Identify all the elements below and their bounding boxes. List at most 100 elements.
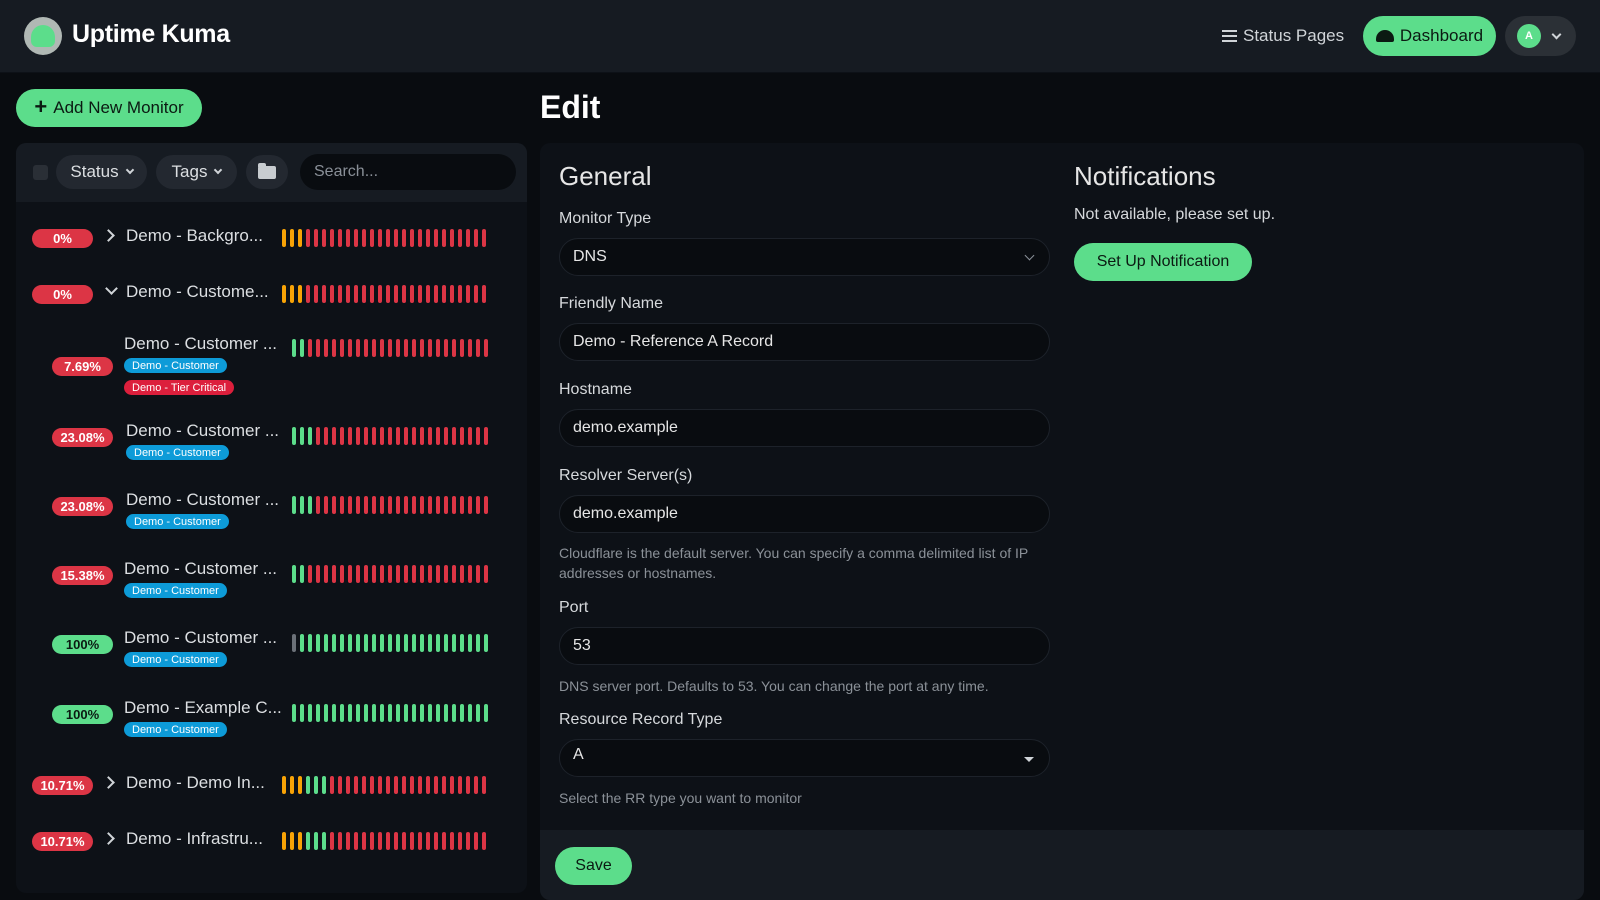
monitor-name: Demo - Example C... xyxy=(124,698,282,717)
heartbeat-beat xyxy=(476,496,480,514)
heartbeat-beat xyxy=(452,427,456,445)
save-button[interactable]: Save xyxy=(555,847,632,885)
heartbeat-beat xyxy=(282,776,286,794)
heartbeat-beat xyxy=(372,339,376,357)
tags-filter-button[interactable]: Tags xyxy=(156,155,237,189)
monitor-name: Demo - Infrastru... xyxy=(126,829,263,848)
heartbeat-beat xyxy=(402,229,406,247)
heartbeat-beat xyxy=(340,634,344,652)
monitor-row[interactable]: 10.71% Demo - Infrastru... xyxy=(16,807,527,863)
heartbeat-beat xyxy=(436,565,440,583)
monitor-row[interactable]: 0% Demo - Backgro... xyxy=(16,202,527,258)
avatar: A xyxy=(1517,24,1541,48)
monitor-row[interactable]: 7.69% Demo - Customer ... Demo - Customer D… xyxy=(16,314,527,405)
heartbeat-beat xyxy=(290,776,294,794)
heartbeat-beat xyxy=(308,634,312,652)
profile-dropdown[interactable]: A xyxy=(1505,16,1576,56)
chevron-right-icon[interactable] xyxy=(102,229,115,242)
folder-filter-button[interactable] xyxy=(246,155,288,189)
heartbeat-beat xyxy=(442,776,446,794)
hostname-input[interactable]: demo.example xyxy=(559,409,1050,447)
monitor-list: Status Tags 0% Demo - Backgro... 0% Demo - … xyxy=(16,143,527,893)
heartbeat-beat xyxy=(442,285,446,303)
heartbeat-beat xyxy=(380,704,384,722)
monitor-name: Demo - Customer ... xyxy=(126,421,280,440)
app-logo-icon[interactable] xyxy=(24,17,62,55)
heartbeat-bar xyxy=(292,704,488,722)
monitor-row[interactable]: 10.71% Demo - Demo In... xyxy=(16,751,527,807)
heartbeat-beat xyxy=(370,229,374,247)
heartbeat-beat xyxy=(476,565,480,583)
add-new-monitor-button[interactable]: + Add New Monitor xyxy=(16,89,202,127)
top-navbar: Uptime Kuma Status Pages Dashboard A xyxy=(0,0,1600,73)
uptime-badge: 100% xyxy=(52,635,113,654)
heartbeat-beat xyxy=(388,339,392,357)
heartbeat-beat xyxy=(402,776,406,794)
status-filter-button[interactable]: Status xyxy=(56,155,147,189)
monitor-row[interactable]: 15.38% Demo - Customer ... Demo - Customer xyxy=(16,543,527,612)
heartbeat-beat xyxy=(346,776,350,794)
heartbeat-beat xyxy=(460,427,464,445)
heartbeat-beat xyxy=(394,832,398,850)
uptime-badge: 15.38% xyxy=(52,566,113,585)
dashboard-button[interactable]: Dashboard xyxy=(1363,16,1496,56)
monitor-name: Demo - Demo In... xyxy=(126,773,265,792)
heartbeat-beat xyxy=(282,832,286,850)
monitor-row[interactable]: 0% Demo - Custome... xyxy=(16,258,527,314)
heartbeat-beat xyxy=(458,285,462,303)
friendly-name-input[interactable]: Demo - Reference A Record xyxy=(559,323,1050,361)
monitor-row[interactable]: 100% Demo - Customer ... Demo - Customer xyxy=(16,612,527,681)
add-new-monitor-label: Add New Monitor xyxy=(53,98,184,117)
monitor-row[interactable]: 23.08% Demo - Customer ... Demo - Customer xyxy=(16,405,527,474)
friendly-name-label: Friendly Name xyxy=(559,295,664,312)
chevron-right-icon[interactable] xyxy=(102,832,115,845)
select-all-checkbox[interactable] xyxy=(33,165,48,180)
uptime-badge: 100% xyxy=(52,705,113,724)
heartbeat-beat xyxy=(372,634,376,652)
heartbeat-beat xyxy=(330,229,334,247)
heartbeat-beat xyxy=(418,776,422,794)
monitor-tag: Demo - Customer xyxy=(124,722,227,737)
heartbeat-beat xyxy=(324,704,328,722)
chevron-down-icon[interactable] xyxy=(105,282,118,295)
heartbeat-beat xyxy=(378,832,382,850)
monitor-row[interactable]: 23.08% Demo - Customer ... Demo - Customer xyxy=(16,474,527,543)
heartbeat-beat xyxy=(380,496,384,514)
rr-type-select[interactable]: A xyxy=(559,739,1050,777)
monitor-row[interactable]: 100% Demo - Example C... Demo - Customer xyxy=(16,681,527,751)
heartbeat-beat xyxy=(388,704,392,722)
heartbeat-beat xyxy=(402,832,406,850)
heartbeat-bar xyxy=(292,496,488,514)
status-pages-link[interactable]: Status Pages xyxy=(1222,26,1344,46)
heartbeat-beat xyxy=(290,229,294,247)
setup-notification-button[interactable]: Set Up Notification xyxy=(1074,243,1252,281)
heartbeat-beat xyxy=(404,565,408,583)
heartbeat-bar xyxy=(292,634,488,652)
heartbeat-beat xyxy=(458,832,462,850)
heartbeat-beat xyxy=(420,565,424,583)
heartbeat-beat xyxy=(386,229,390,247)
heartbeat-beat xyxy=(338,832,342,850)
uptime-badge: 0% xyxy=(32,229,93,248)
port-input[interactable]: 53 xyxy=(559,627,1050,665)
heartbeat-beat xyxy=(450,832,454,850)
heartbeat-beat xyxy=(476,427,480,445)
heartbeat-beat xyxy=(362,832,366,850)
app-title[interactable]: Uptime Kuma xyxy=(72,20,230,49)
heartbeat-beat xyxy=(484,704,488,722)
heartbeat-beat xyxy=(290,285,294,303)
heartbeat-beat xyxy=(364,565,368,583)
monitor-type-select[interactable]: DNS xyxy=(559,238,1050,276)
heartbeat-beat xyxy=(444,634,448,652)
heartbeat-beat xyxy=(388,634,392,652)
resolver-input[interactable]: demo.example xyxy=(559,495,1050,533)
heartbeat-beat xyxy=(282,285,286,303)
heartbeat-beat xyxy=(380,565,384,583)
heartbeat-beat xyxy=(362,776,366,794)
resolver-help-text: Cloudflare is the default server. You ca… xyxy=(559,545,1028,581)
heartbeat-beat xyxy=(348,427,352,445)
heartbeat-beat xyxy=(348,634,352,652)
search-input[interactable] xyxy=(300,154,516,190)
chevron-right-icon[interactable] xyxy=(102,776,115,789)
heartbeat-beat xyxy=(340,565,344,583)
